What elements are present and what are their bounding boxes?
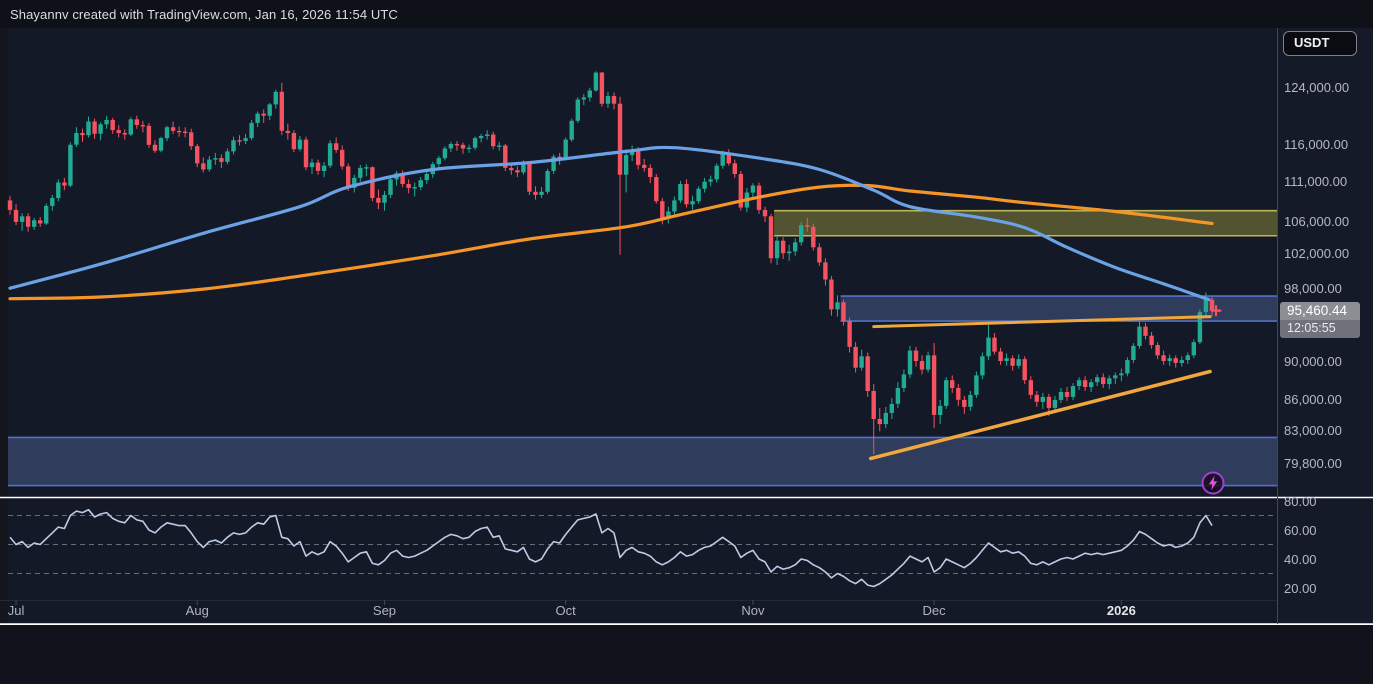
rsi-tick-label: 80.00 <box>1284 494 1317 509</box>
time-axis-label-dec: Dec <box>923 603 946 618</box>
last-price-value: 95,460.44 <box>1280 302 1360 320</box>
price-tick-label: 106,000.00 <box>1284 214 1349 229</box>
rsi-tick-label: 40.00 <box>1284 552 1317 567</box>
rsi-tick-label: 20.00 <box>1284 581 1317 596</box>
footer-bar: TradingView <box>0 625 1373 684</box>
flash-boost-icon[interactable] <box>1200 470 1226 496</box>
tradingview-chart-screenshot: Shayannv created with TradingView.com, J… <box>0 0 1373 684</box>
candle-countdown: 12:05:55 <box>1280 320 1360 338</box>
support-zone-blue[interactable] <box>8 437 1277 485</box>
quote-currency-button[interactable]: USDT <box>1283 31 1357 56</box>
last-price-label: 95,460.44 12:05:55 <box>1280 302 1360 338</box>
time-axis-label-oct: Oct <box>556 603 576 618</box>
ma-orange-line[interactable] <box>10 185 1212 298</box>
time-axis-label-nov: Nov <box>741 603 764 618</box>
price-tick-label: 124,000.00 <box>1284 80 1349 95</box>
price-tick-label: 79,800.00 <box>1284 456 1342 471</box>
time-axis-label-2026: 2026 <box>1107 603 1136 618</box>
rsi-line[interactable] <box>10 510 1212 587</box>
time-axis-label-sep: Sep <box>373 603 396 618</box>
price-tick-label: 83,000.00 <box>1284 423 1342 438</box>
price-tick-label: 86,000.00 <box>1284 392 1342 407</box>
price-tick-label: 98,000.00 <box>1284 281 1342 296</box>
time-axis-label-aug: Aug <box>186 603 209 618</box>
time-axis-label-jul: Jul <box>8 603 25 618</box>
rsi-tick-label: 60.00 <box>1284 523 1317 538</box>
price-tick-label: 116,000.00 <box>1284 137 1348 152</box>
price-tick-label: 90,000.00 <box>1284 354 1342 369</box>
candlestick-series[interactable] <box>8 71 1214 454</box>
price-tick-label: 102,000.00 <box>1284 246 1349 261</box>
price-tick-label: 111,000.00 <box>1284 174 1347 189</box>
chart-canvas[interactable] <box>0 0 1373 684</box>
